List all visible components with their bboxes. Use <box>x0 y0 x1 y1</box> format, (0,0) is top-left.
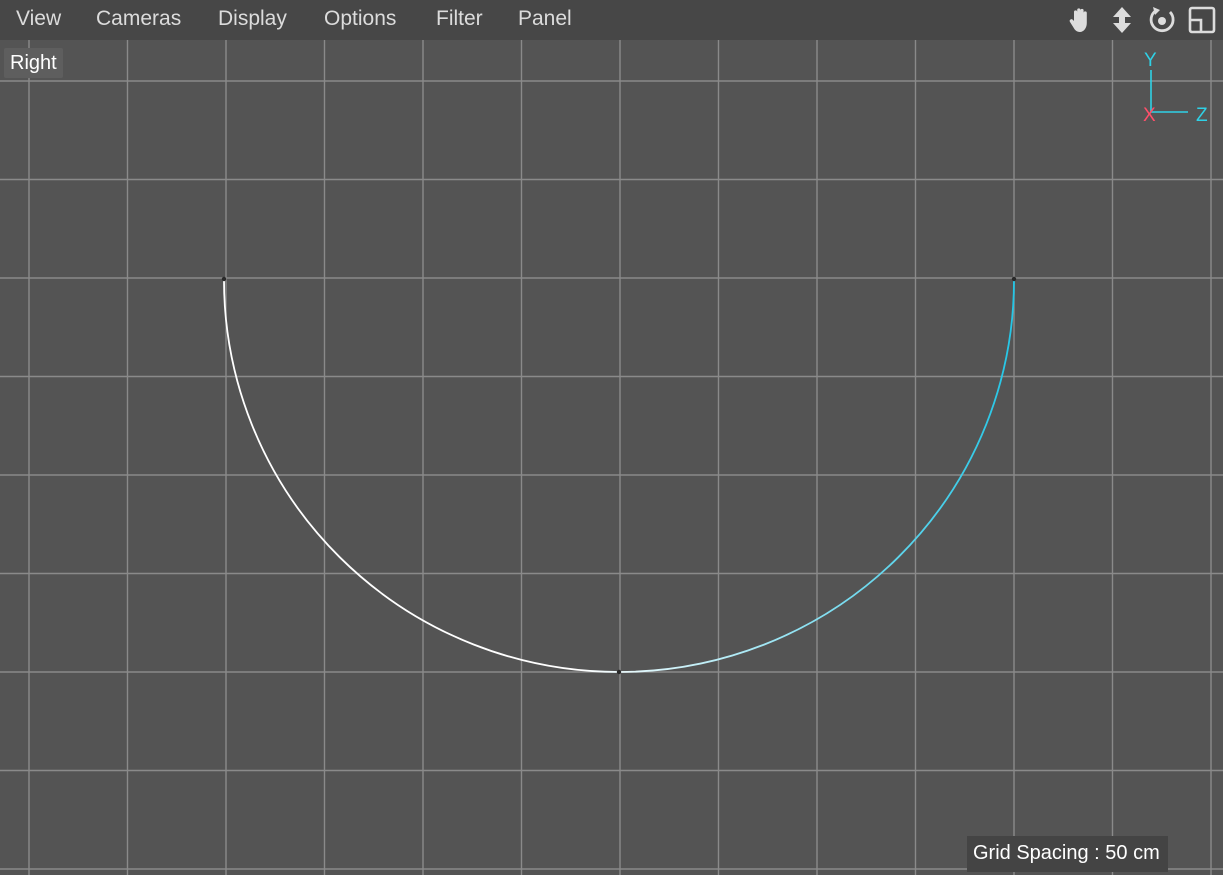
menu-cameras[interactable]: Cameras <box>96 6 181 32</box>
viewport-canvas[interactable]: Y X Z <box>0 40 1223 875</box>
spline-point-end[interactable] <box>1011 276 1017 282</box>
menu-options[interactable]: Options <box>324 6 396 32</box>
panel-toggle-icon[interactable] <box>1186 4 1218 36</box>
zoom-arrows-icon[interactable] <box>1106 4 1138 36</box>
menu-view[interactable]: View <box>16 6 61 32</box>
menu-filter[interactable]: Filter <box>436 6 483 32</box>
spline-point-start[interactable] <box>221 276 227 282</box>
grid-spacing-readout: Grid Spacing : 50 cm <box>967 836 1168 872</box>
axis-y-label: Y <box>1144 50 1157 71</box>
menu-display[interactable]: Display <box>218 6 287 32</box>
viewport-background <box>0 40 1223 875</box>
axis-z-label: Z <box>1196 105 1208 126</box>
orbit-icon[interactable] <box>1146 4 1178 36</box>
hand-icon[interactable] <box>1065 4 1097 36</box>
axis-x-label: X <box>1143 105 1156 126</box>
menu-panel[interactable]: Panel <box>518 6 572 32</box>
spline-point-middle[interactable] <box>616 669 622 675</box>
view-name-label[interactable]: Right <box>4 48 63 78</box>
menu-bar: View Cameras Display Options Filter Pane… <box>0 0 1223 40</box>
